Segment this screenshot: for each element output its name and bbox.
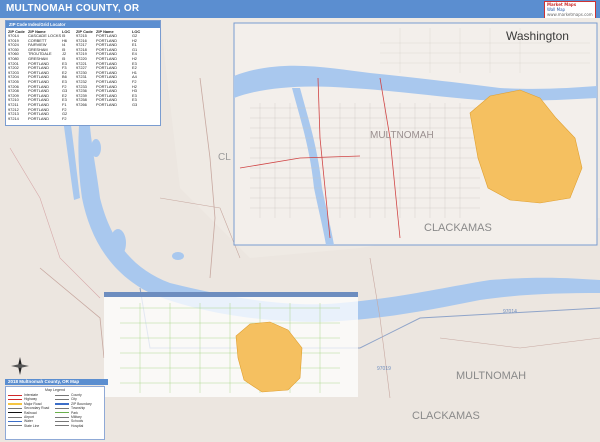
label-clackamas-partial: CL (218, 152, 231, 163)
legend-symbol (8, 416, 22, 418)
left-name-column: CASCADE LOCKS CORBETT FAIRVIEW GRESHAM TROUT… (28, 33, 62, 121)
legend-symbol (8, 398, 22, 401)
legend-symbol (55, 416, 69, 418)
zip-right-loc-15: G3 (132, 101, 138, 107)
zip-right-name-15: PORTLAND (96, 101, 118, 107)
legend-symbol (55, 421, 69, 423)
legend-key-left-7: State Line (8, 424, 55, 428)
label-zip-97019: 97019 (377, 366, 391, 372)
legend-symbol (8, 425, 22, 427)
legend-symbol (8, 402, 22, 405)
left-zip-column: 97014 97019 97024 97030 97060 97080 97201 97202… (8, 33, 28, 121)
label-zip-97014: 97014 (503, 309, 517, 315)
label-multnomah-inset: MULTNOMAH (370, 130, 434, 141)
label-multnomah-main: MULTNOMAH (456, 370, 527, 382)
legend-key-label: Hospital (71, 423, 84, 428)
overview-strip-bar (104, 292, 358, 297)
map-legend-left-column: Interstate Highway Major Road Secondary Roa… (8, 393, 55, 428)
legend-symbol (55, 412, 69, 414)
legend-key-label: State Line (24, 423, 40, 428)
legend-symbol (8, 412, 22, 414)
zip-left-code-18: 97214 (8, 115, 19, 121)
map-title: MULTNOMAH COUNTY, OR (6, 3, 140, 14)
zip-legend-title: ZIP Code Index/Grid Locator (6, 21, 160, 28)
legend-key-right-7: Hospital (55, 424, 102, 428)
north-lake (91, 139, 101, 157)
zip-legend-body: 97014 97019 97024 97030 97060 97080 97201 97202… (6, 33, 160, 121)
right-loc-column: G2 H2 E1 G1 E4 H2 E3 E2 H1 A4 F2 H2 H3 E3 E3 G3 (132, 33, 142, 121)
legend-symbol (8, 394, 22, 396)
zip-left-loc-18: F2 (62, 115, 67, 121)
north-arrow-icon (11, 357, 29, 375)
legend-symbol (8, 407, 22, 409)
logo-line-3: www.marketmaps.com (547, 12, 593, 17)
right-name-column: PORTLAND PORTLAND PORTLAND PORTLAND PORTLAND… (96, 33, 132, 121)
overview-map-title: 2018 Multnomah County, OR Map (5, 379, 108, 385)
smith-lake (172, 252, 184, 260)
map-legend-key: Map Legend Interstate Highway Major Road Se… (5, 386, 105, 440)
zip-left-name-18: PORTLAND (28, 115, 50, 121)
legend-symbol (55, 425, 69, 427)
label-clackamas-main: CLACKAMAS (412, 410, 480, 422)
label-washington: Washington (506, 29, 569, 43)
header-bar: MULTNOMAH COUNTY, OR Market Maps Wall Ma… (0, 0, 600, 19)
zip-right-code-15: 97266 (76, 101, 87, 107)
left-loc-column: I5 H6 I4 I5 J2 I5 E3 F3 E2 B6 E3 F2 G3 E2 E3 F1 F2 G2 F2 (62, 33, 72, 121)
legend-symbol (8, 420, 22, 423)
publisher-logo[interactable]: Market Maps Wall Map www.marketmaps.com (544, 1, 596, 19)
legend-symbol (55, 399, 69, 401)
sauvie-lake (110, 229, 126, 257)
zip-legend-table: ZIP Code Index/Grid Locator ZIP Code ZIP… (5, 20, 161, 126)
legend-symbol (55, 403, 69, 405)
map-legend-right-column: County City ZIP Boundary Township Park Milita… (55, 393, 102, 428)
right-zip-column: 97215 97216 97217 97218 97219 97220 97221 97227… (76, 33, 96, 121)
legend-symbol (55, 407, 69, 409)
label-clackamas-inset: CLACKAMAS (424, 222, 492, 234)
legend-symbol (55, 394, 69, 396)
map-legend-grid: Interstate Highway Major Road Secondary Roa… (6, 392, 104, 429)
